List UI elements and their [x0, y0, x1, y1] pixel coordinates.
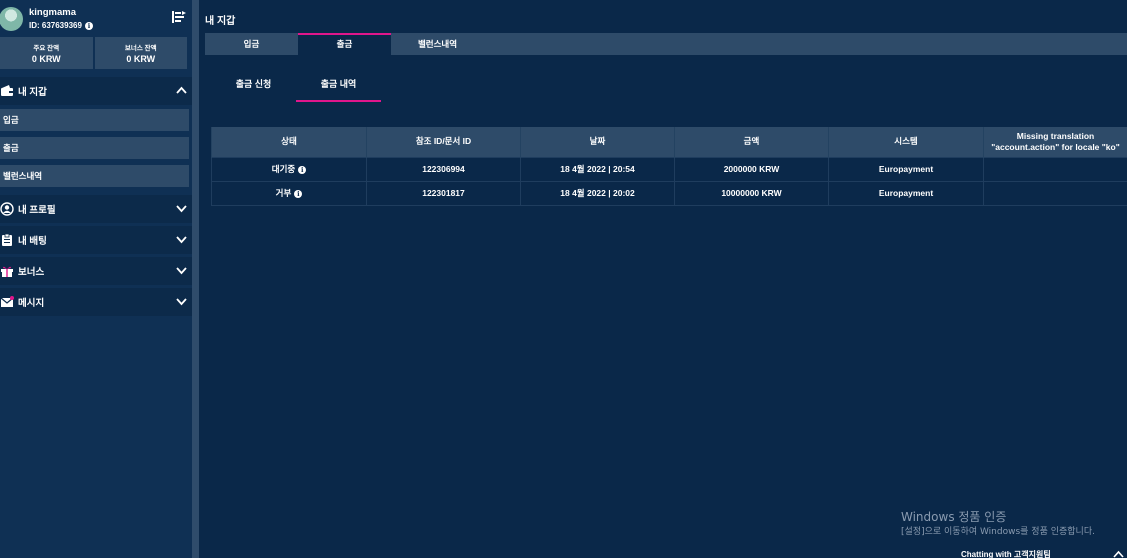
header-status[interactable]: 상태: [211, 127, 367, 157]
subtab-withdraw-request[interactable]: 출금 신청: [211, 66, 296, 102]
user-id-text: ID: 637639369: [29, 21, 82, 30]
sidebar-menu-bets[interactable]: 내 배팅: [0, 226, 192, 254]
cell-system: Europayment: [828, 156, 984, 182]
header-action: Missing translation "account.action" for…: [983, 127, 1127, 157]
wallet-tabs: 입금 출금 밸런스내역: [205, 33, 1127, 55]
sidebar-menu-profile[interactable]: 내 프로필: [0, 195, 192, 223]
sidebar: kingmama ID: 637639369 i 주요 잔액 0 KRW 보너스 …: [0, 0, 192, 558]
header-amount[interactable]: 금액: [674, 127, 829, 157]
sidebar-divider: [192, 0, 199, 558]
header-reference-id[interactable]: 참조 ID/문서 ID: [366, 127, 521, 157]
cell-action: [983, 180, 1127, 206]
table-header-row: 상태 참조 ID/문서 ID 날짜 금액 시스템 Missing transla…: [211, 127, 1127, 157]
sidebar-menu-bets-label: 내 배팅: [18, 236, 47, 247]
sidebar-menu-wallet[interactable]: 내 지갑: [0, 77, 192, 105]
cell-status: 대기중 i: [211, 156, 367, 182]
cell-date: 18 4월 2022 | 20:02: [520, 180, 675, 206]
cell-status: 거부 i: [211, 180, 367, 206]
chevron-up-icon[interactable]: [176, 85, 187, 96]
sidebar-menu-bonus[interactable]: 보너스: [0, 257, 192, 285]
username: kingmama: [29, 7, 76, 18]
wallet-icon: [1, 85, 13, 96]
cell-reference-id: 122301817: [366, 180, 521, 206]
bonus-balance-label: 보너스 잔액: [124, 45, 157, 52]
sidebar-item-withdraw[interactable]: 출금: [0, 137, 189, 159]
cell-amount: 2000000 KRW: [674, 156, 829, 182]
chevron-down-icon[interactable]: [176, 296, 187, 307]
main-balance: 주요 잔액 0 KRW: [0, 37, 93, 69]
chat-widget-label[interactable]: Chatting with 고객지원팀: [961, 549, 1051, 558]
status-text: 거부: [275, 188, 292, 198]
cell-action: [983, 156, 1127, 182]
user-id: ID: 637639369 i: [29, 21, 93, 30]
sidebar-menu-profile-label: 내 프로필: [18, 205, 56, 216]
header-system[interactable]: 시스템: [828, 127, 984, 157]
tab-withdraw[interactable]: 출금: [298, 33, 391, 55]
info-icon[interactable]: i: [298, 166, 307, 174]
table-row: 대기중 i 122306994 18 4월 2022 | 20:54 200000…: [211, 156, 1127, 182]
chevron-down-icon[interactable]: [176, 265, 187, 276]
tab-balance-history[interactable]: 밸런스내역: [391, 33, 484, 55]
table-row: 거부 i 122301817 18 4월 2022 | 20:02 1000000…: [211, 180, 1127, 206]
avatar[interactable]: [0, 7, 23, 31]
status-text: 대기중: [271, 164, 296, 174]
bonus-balance: 보너스 잔액 0 KRW: [92, 37, 188, 69]
sidebar-menu-wallet-label: 내 지갑: [18, 87, 47, 98]
cell-amount: 10000000 KRW: [674, 180, 829, 206]
sidebar-menu-messages-label: 메시지: [18, 298, 45, 309]
bonus-balance-value: 0 KRW: [126, 54, 156, 64]
main-balance-value: 0 KRW: [31, 54, 61, 64]
cell-system: Europayment: [828, 180, 984, 206]
sidebar-collapse-icon[interactable]: [171, 9, 187, 25]
sidebar-menu-bonus-label: 보너스: [18, 267, 45, 278]
windows-activation-message: [설정]으로 이동하여 Windows를 정품 인증합니다.: [901, 527, 1095, 537]
page-title: 내 지갑: [205, 16, 236, 27]
header-date[interactable]: 날짜: [520, 127, 675, 157]
info-icon[interactable]: i: [294, 190, 303, 198]
subtab-withdraw-history[interactable]: 출금 내역: [296, 66, 381, 102]
chevron-down-icon[interactable]: [176, 203, 187, 214]
sidebar-item-balance-history[interactable]: 밸런스내역: [0, 165, 189, 187]
balance-panel: 주요 잔액 0 KRW 보너스 잔액 0 KRW: [0, 37, 187, 69]
gift-icon: [1, 266, 13, 277]
profile-header: kingmama ID: 637639369 i: [0, 0, 192, 36]
sidebar-item-deposit[interactable]: 입금: [0, 109, 189, 131]
profile-icon: [0, 202, 14, 216]
info-icon[interactable]: i: [84, 22, 93, 30]
main-balance-label: 주요 잔액: [33, 45, 60, 52]
cell-date: 18 4월 2022 | 20:54: [520, 156, 675, 182]
mail-icon: [0, 296, 14, 307]
chevron-down-icon[interactable]: [176, 234, 187, 245]
clipboard-icon: [2, 233, 12, 246]
cell-reference-id: 122306994: [366, 156, 521, 182]
windows-activation-title: Windows 정품 인증: [901, 510, 1007, 524]
sidebar-menu-messages[interactable]: 메시지: [0, 288, 192, 316]
chevron-up-icon[interactable]: [1113, 550, 1124, 558]
tab-deposit[interactable]: 입금: [205, 33, 298, 55]
withdraw-history-table: 상태 참조 ID/문서 ID 날짜 금액 시스템 Missing transla…: [211, 127, 1127, 206]
